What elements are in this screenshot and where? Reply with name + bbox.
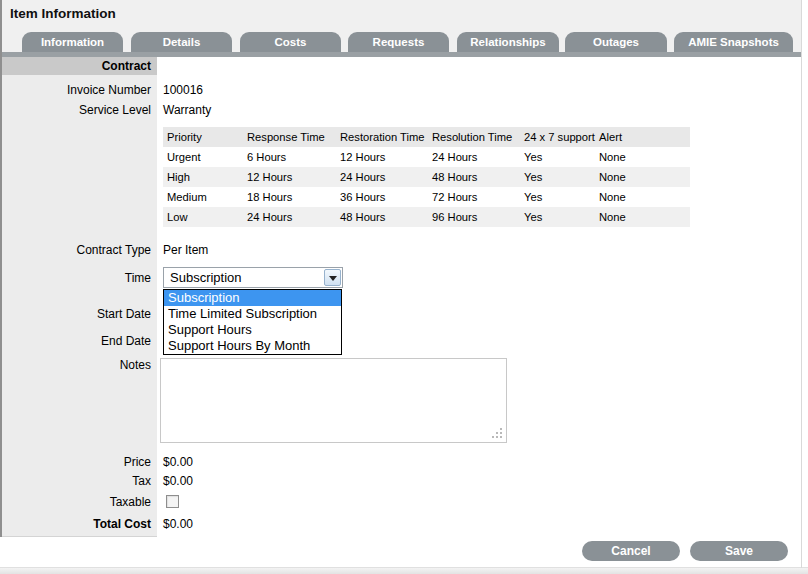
sla-row-medium: Medium 18 Hours 36 Hours 72 Hours Yes No… <box>163 187 690 207</box>
service-level-value: Warranty <box>163 103 211 117</box>
taxable-label: Taxable <box>0 495 151 509</box>
sla-cell: None <box>595 167 690 187</box>
dropdown-option-support-hours[interactable]: Support Hours <box>164 322 341 338</box>
tab-requests[interactable]: Requests <box>348 32 449 52</box>
start-date-label: Start Date <box>0 307 151 321</box>
sla-header-row: Priority Response Time Restoration Time … <box>163 127 690 147</box>
total-cost-value: $0.00 <box>163 517 193 531</box>
notes-field-container <box>160 358 507 443</box>
sla-header-resolution: Resolution Time <box>428 127 520 147</box>
sla-cell: Urgent <box>163 147 243 167</box>
invoice-number-value: 100016 <box>163 83 203 97</box>
invoice-number-label: Invoice Number <box>0 83 151 97</box>
tab-outages[interactable]: Outages <box>565 32 667 52</box>
sla-table: Priority Response Time Restoration Time … <box>163 127 690 227</box>
sla-cell: 18 Hours <box>243 187 336 207</box>
tax-value: $0.00 <box>163 474 193 488</box>
resize-grip-icon[interactable] <box>500 436 502 438</box>
sla-header-restoration: Restoration Time <box>336 127 428 147</box>
sla-cell: 12 Hours <box>336 147 428 167</box>
sla-cell: Yes <box>520 187 595 207</box>
contract-type-label: Contract Type <box>0 243 151 257</box>
sla-header-priority: Priority <box>163 127 243 147</box>
dropdown-option-time-limited-subscription[interactable]: Time Limited Subscription <box>164 306 341 322</box>
page-title: Item Information <box>10 6 116 21</box>
sla-cell: Low <box>163 207 243 227</box>
time-select[interactable]: Subscription <box>163 267 343 288</box>
sla-cell: High <box>163 167 243 187</box>
sla-header-support: 24 x 7 support <box>520 127 595 147</box>
sla-header-response: Response Time <box>243 127 336 147</box>
tax-label: Tax <box>0 474 151 488</box>
sla-cell: Yes <box>520 147 595 167</box>
sla-header-alert: Alert <box>595 127 690 147</box>
price-label: Price <box>0 455 151 469</box>
sla-row-urgent: Urgent 6 Hours 12 Hours 24 Hours Yes Non… <box>163 147 690 167</box>
tab-details[interactable]: Details <box>131 32 232 52</box>
sla-cell: 48 Hours <box>428 167 520 187</box>
window-bottom-shadow <box>0 567 808 574</box>
notes-label: Notes <box>0 358 151 372</box>
dropdown-option-support-hours-by-month[interactable]: Support Hours By Month <box>164 338 341 354</box>
sla-cell: 48 Hours <box>336 207 428 227</box>
time-label: Time <box>0 271 151 285</box>
dropdown-option-subscription[interactable]: Subscription <box>164 290 341 306</box>
chevron-down-icon <box>329 276 337 281</box>
contract-section-label: Contract <box>0 59 151 73</box>
cancel-button[interactable]: Cancel <box>582 541 680 561</box>
sla-cell: 36 Hours <box>336 187 428 207</box>
sla-cell: None <box>595 187 690 207</box>
tab-relationships[interactable]: Relationships <box>457 32 559 52</box>
save-button[interactable]: Save <box>690 541 788 561</box>
sla-cell: 6 Hours <box>243 147 336 167</box>
sla-cell: 24 Hours <box>336 167 428 187</box>
sla-cell: Yes <box>520 207 595 227</box>
sla-cell: 96 Hours <box>428 207 520 227</box>
sla-cell: 24 Hours <box>243 207 336 227</box>
notes-textarea[interactable] <box>161 359 506 442</box>
window-right-edge <box>801 0 802 568</box>
sla-cell: None <box>595 147 690 167</box>
window-left-edge <box>0 0 2 537</box>
service-level-label: Service Level <box>0 103 151 117</box>
sla-cell: Medium <box>163 187 243 207</box>
sla-cell: Yes <box>520 167 595 187</box>
item-information-window: Item Information Information Details Cos… <box>0 0 808 574</box>
sla-cell: 12 Hours <box>243 167 336 187</box>
tab-information[interactable]: Information <box>22 32 123 52</box>
total-cost-label: Total Cost <box>0 517 151 531</box>
taxable-checkbox[interactable] <box>166 495 179 508</box>
tab-amie-snapshots[interactable]: AMIE Snapshots <box>674 32 793 52</box>
sla-row-low: Low 24 Hours 48 Hours 96 Hours Yes None <box>163 207 690 227</box>
tab-costs[interactable]: Costs <box>240 32 341 52</box>
time-select-value: Subscription <box>170 270 242 285</box>
time-dropdown-list: Subscription Time Limited Subscription S… <box>163 289 342 355</box>
sla-row-high: High 12 Hours 24 Hours 48 Hours Yes None <box>163 167 690 187</box>
price-value: $0.00 <box>163 455 193 469</box>
sla-cell: None <box>595 207 690 227</box>
contract-type-value: Per Item <box>163 243 208 257</box>
combo-arrow-button[interactable] <box>324 269 341 286</box>
end-date-label: End Date <box>0 334 151 348</box>
sla-cell: 24 Hours <box>428 147 520 167</box>
sla-cell: 72 Hours <box>428 187 520 207</box>
